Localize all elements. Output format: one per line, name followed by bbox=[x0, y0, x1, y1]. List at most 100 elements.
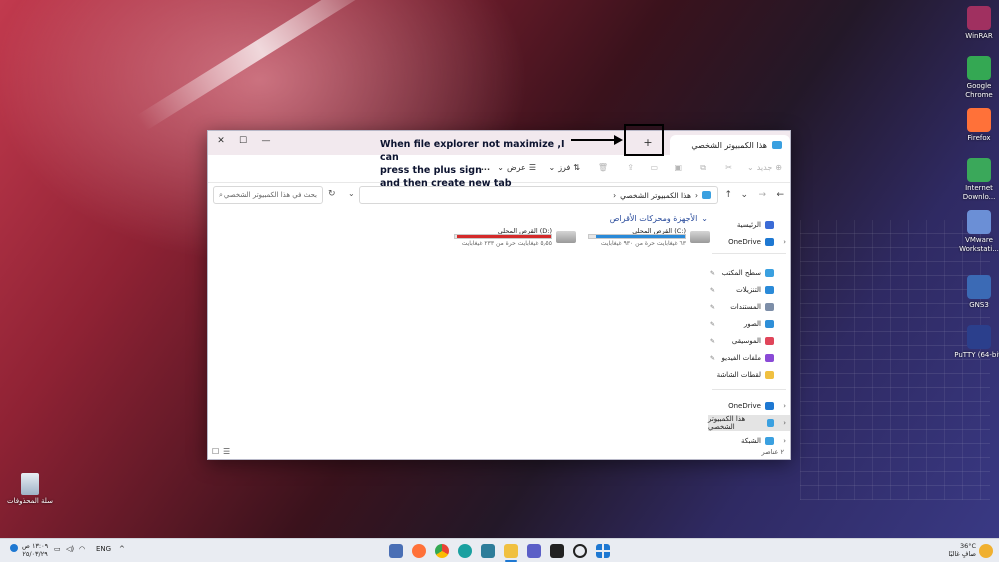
sidebar-item[interactable]: ✎ ملفات الفيديو bbox=[708, 350, 790, 366]
delete-button[interactable]: 🗑 bbox=[598, 163, 608, 172]
new-label: جديد bbox=[756, 163, 773, 172]
recycle-bin-desktop-icon[interactable]: سلة المحذوفات bbox=[4, 473, 56, 506]
copy-icon: ⧉ bbox=[700, 163, 706, 172]
desktop-icon[interactable]: Internet Downlo... bbox=[953, 158, 999, 202]
desktop-icon-label: Internet Downlo... bbox=[962, 184, 996, 201]
drive-free-space: ٦٣ غيغابايت حرة من ٩٣٠ غيغابايت bbox=[600, 240, 686, 247]
desktop-icon bbox=[765, 269, 774, 277]
sidebar-item-label: ملفات الفيديو bbox=[721, 354, 761, 362]
desktop-icon[interactable]: VMware Workstati... bbox=[953, 210, 999, 254]
recent-locations-button[interactable]: ⌄ bbox=[740, 190, 748, 200]
download-icon bbox=[765, 286, 774, 294]
address-dropdown-button[interactable]: ⌄ bbox=[348, 189, 355, 198]
trash-icon: 🗑 bbox=[597, 163, 608, 172]
weather-temp: 36°C bbox=[959, 542, 976, 550]
sidebar-item[interactable]: ✎ الموسيقى bbox=[708, 333, 790, 349]
sidebar-item[interactable]: OneDrive › bbox=[708, 398, 790, 414]
edge-taskbar-icon[interactable] bbox=[458, 544, 472, 558]
drive-usage-bar bbox=[588, 234, 686, 239]
drive-icon bbox=[556, 231, 576, 243]
rename-button[interactable]: ▭ bbox=[650, 163, 658, 172]
desktop-icon[interactable]: Firefox bbox=[953, 108, 999, 143]
store-taskbar-icon[interactable] bbox=[481, 544, 495, 558]
teams-taskbar-icon[interactable] bbox=[527, 544, 541, 558]
sidebar-item-label: OneDrive bbox=[728, 402, 761, 410]
desktop-icon[interactable]: GNS3 bbox=[953, 275, 999, 310]
pictures-icon bbox=[765, 320, 774, 328]
volume-icon[interactable]: ◁) bbox=[66, 545, 74, 553]
annotation-arrow-head bbox=[614, 135, 623, 145]
chevron-right-icon: › bbox=[783, 402, 786, 410]
recycle-bin-label: سلة المحذوفات bbox=[7, 497, 53, 505]
notification-badge-icon[interactable] bbox=[10, 544, 18, 552]
search-placeholder: بحث في هذا الكمبيوتر الشخصي bbox=[223, 191, 317, 199]
clock-time: ١٣:٠٩ ص bbox=[22, 542, 49, 550]
minimize-button[interactable]: — bbox=[255, 134, 277, 148]
sidebar-divider bbox=[712, 389, 786, 390]
drive-c[interactable]: القرص المحلي (C:) ٦٣ غيغابايت حرة من ٩٣٠… bbox=[586, 227, 712, 253]
weather-desc: صافٍ غالبًا bbox=[948, 550, 976, 558]
desktop-icon-label: VMware Workstati... bbox=[959, 236, 999, 253]
weather-widget[interactable]: 36°C صافٍ غالبًا bbox=[946, 542, 976, 558]
item-count: ٢ عناصر bbox=[761, 448, 785, 456]
pin-icon: ✎ bbox=[710, 354, 716, 362]
back-button[interactable]: ← bbox=[776, 190, 784, 200]
maximize-button[interactable]: ☐ bbox=[232, 134, 254, 148]
app-icon bbox=[967, 6, 991, 30]
paste-icon: ▣ bbox=[674, 163, 682, 172]
paste-button[interactable]: ▣ bbox=[674, 163, 682, 172]
refresh-button[interactable]: ↻ bbox=[328, 189, 336, 199]
app-icon bbox=[967, 158, 991, 182]
share-button[interactable]: ⇪ bbox=[627, 163, 634, 172]
app-icon-1[interactable] bbox=[389, 544, 403, 558]
sort-icon: ⇅ bbox=[573, 163, 580, 172]
battery-icon[interactable]: ▭ bbox=[54, 545, 61, 553]
folder-icon bbox=[765, 371, 774, 379]
tab-this-pc[interactable]: هذا الكمبيوتر الشخصي bbox=[670, 135, 790, 155]
search-taskbar-icon[interactable] bbox=[573, 544, 587, 558]
drive-d[interactable]: القرص المحلي (D:) ٥٫٥٥ غيغابايت حرة من ٢… bbox=[452, 227, 578, 253]
new-button[interactable]: ⌄ جديد ⊕ bbox=[747, 163, 782, 172]
up-button[interactable]: ↑ bbox=[724, 190, 732, 200]
sidebar-item[interactable]: OneDrive › bbox=[708, 234, 790, 250]
scissors-icon: ✂ bbox=[725, 163, 732, 172]
sidebar-item-label: سطح المكتب bbox=[721, 269, 761, 277]
sidebar-item[interactable]: الرئيسية bbox=[708, 217, 790, 233]
drive-usage-bar bbox=[454, 234, 552, 239]
sidebar-item[interactable]: لقطات الشاشة bbox=[708, 367, 790, 383]
pin-icon: ✎ bbox=[710, 337, 716, 345]
app-icon bbox=[967, 56, 991, 80]
sidebar-item-label: المستندات bbox=[730, 303, 761, 311]
tab-title: هذا الكمبيوتر الشخصي bbox=[691, 140, 767, 150]
file-explorer-taskbar-icon[interactable] bbox=[504, 544, 518, 558]
details-view-button[interactable]: ☐ bbox=[212, 447, 219, 456]
copy-button[interactable]: ⧉ bbox=[700, 163, 706, 173]
show-hidden-icons-button[interactable]: ^ bbox=[119, 545, 125, 553]
sidebar-item[interactable]: ✎ الصور bbox=[708, 316, 790, 332]
task-view-icon[interactable] bbox=[550, 544, 564, 558]
desktop-icon[interactable]: Google Chrome bbox=[953, 56, 999, 100]
desktop-icon[interactable]: PuTTY (64-bit) bbox=[953, 325, 999, 360]
devices-group-header[interactable]: الأجهزة ومحركات الأقراص ⌄ bbox=[610, 214, 708, 223]
annotation-line-2: press the plus sign bbox=[380, 165, 482, 176]
recycle-bin-icon bbox=[21, 473, 39, 495]
wifi-icon[interactable]: ◠ bbox=[79, 545, 85, 553]
desktop-icon[interactable]: WinRAR bbox=[953, 6, 999, 41]
cut-button[interactable]: ✂ bbox=[725, 163, 732, 172]
search-input[interactable]: ⌕ بحث في هذا الكمبيوتر الشخصي bbox=[213, 186, 323, 204]
desktop-icon-label: WinRAR bbox=[965, 32, 993, 40]
close-window-button[interactable]: ✕ bbox=[210, 134, 232, 148]
sidebar-divider bbox=[712, 253, 786, 254]
sidebar-item[interactable]: ✎ سطح المكتب bbox=[708, 265, 790, 281]
firefox-taskbar-icon[interactable] bbox=[412, 544, 426, 558]
list-view-button[interactable]: ☰ bbox=[223, 447, 230, 456]
forward-button[interactable]: → bbox=[758, 190, 766, 200]
clock[interactable]: ١٣:٠٩ ص ٢٥/٠٣/٢٩ bbox=[22, 542, 48, 558]
video-icon bbox=[765, 354, 774, 362]
sidebar-item[interactable]: ✎ التنزيلات bbox=[708, 282, 790, 298]
sidebar-item[interactable]: هذا الكمبيوتر الشخصي › bbox=[708, 415, 790, 431]
language-indicator[interactable]: ENG bbox=[96, 545, 111, 553]
start-button[interactable] bbox=[596, 544, 610, 558]
sidebar-item[interactable]: ✎ المستندات bbox=[708, 299, 790, 315]
chrome-taskbar-icon[interactable] bbox=[435, 544, 449, 558]
